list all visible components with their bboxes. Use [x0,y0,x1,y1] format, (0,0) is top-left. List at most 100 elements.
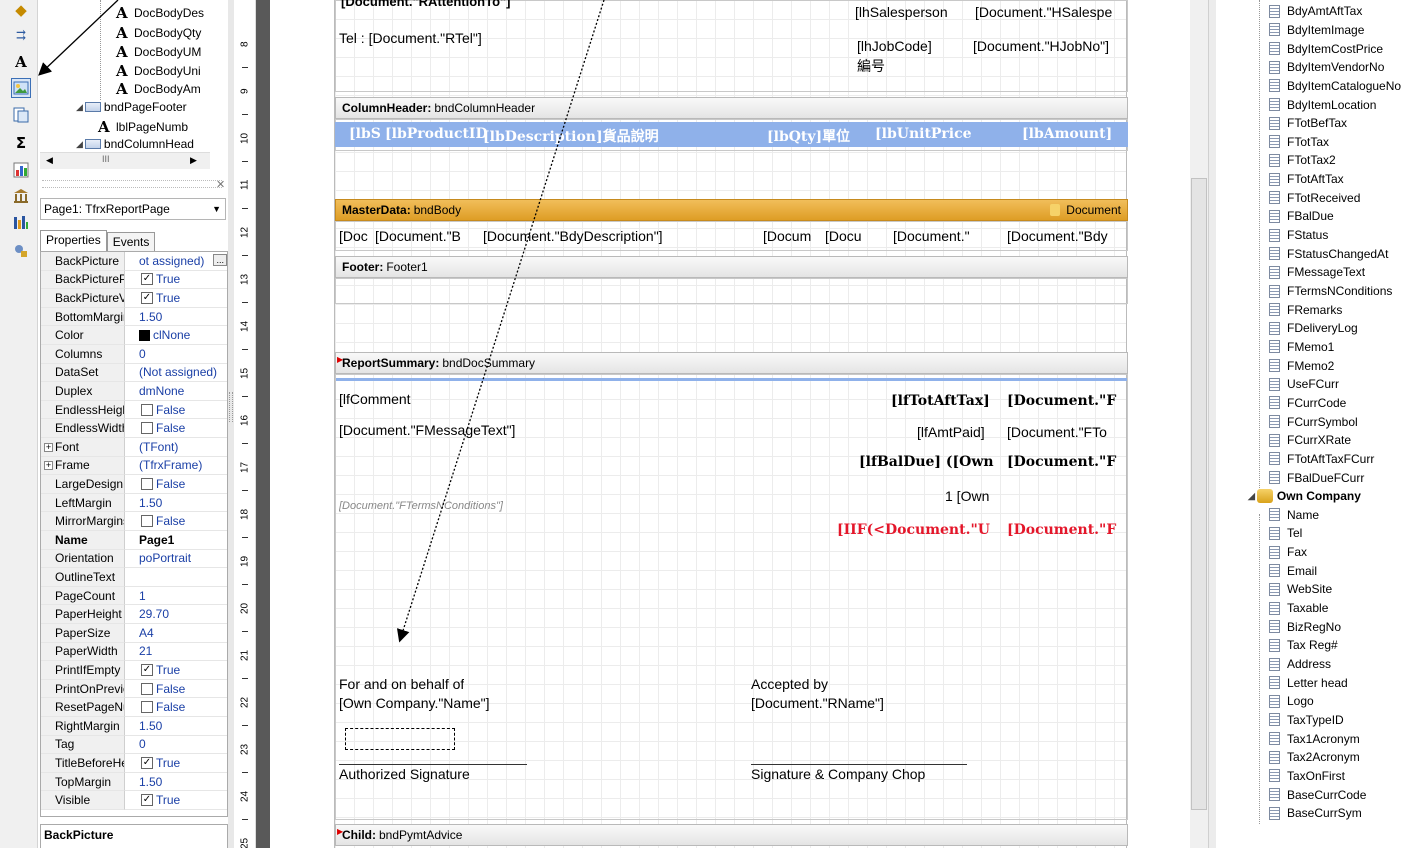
data-field-item[interactable]: FTotTax2 [1269,151,1336,170]
text-object-icon[interactable]: A [11,52,31,72]
property-row[interactable]: TopMargin 1.50 [41,772,227,792]
behalf-label[interactable]: For and on behalf of [339,676,464,692]
data-field-item[interactable]: FCurrSymbol [1269,412,1358,431]
property-row[interactable]: PageCount 1 [41,586,227,606]
property-row[interactable]: TitleBeforeHea✓True [41,754,227,773]
checkbox[interactable] [141,515,153,528]
data-field-item[interactable]: FBalDue [1269,207,1334,226]
text-tool-icon[interactable]: ◆ [11,0,31,20]
data-field-item[interactable]: Letter head [1269,673,1348,692]
data-field-item[interactable]: UseFCurr [1269,375,1339,394]
data-field-item[interactable]: BaseCurrCode [1269,785,1366,804]
signature-image-placeholder[interactable] [345,728,455,750]
status-value-field[interactable]: [Document."F [1007,522,1125,538]
property-row[interactable]: LargeDesignHe False [41,475,227,494]
column-header-cell[interactable]: [lbProductID [385,126,488,142]
data-field-item[interactable]: Tax1Acronym [1269,729,1360,748]
property-row[interactable]: Color clNone [41,326,227,345]
tab-events[interactable]: Events [106,232,156,252]
property-row[interactable]: ResetPageNun False [41,698,227,717]
signature-chop-label[interactable]: Signature & Company Chop [751,766,925,782]
scroll-thumb[interactable] [1191,178,1207,810]
data-field-item[interactable]: BdyAmtAftTax [1269,2,1362,21]
property-value[interactable]: poPortrait [125,550,227,569]
data-field-item[interactable]: FTotBefTax [1269,114,1347,133]
data-field-item[interactable]: FTermsNConditions [1269,282,1392,301]
company-name-field[interactable]: [Own Company."Name"] [339,695,490,711]
panel-splitter[interactable] [42,180,222,188]
property-row[interactable]: Visible ✓ True [41,791,227,810]
property-value[interactable]: 0 [125,345,227,364]
authorized-signature-label[interactable]: Authorized Signature [339,766,470,782]
property-value[interactable]: ✓ True [125,754,227,773]
scroll-thumb-grip[interactable]: III [102,154,110,164]
property-row[interactable]: EndlessHeight False [41,400,227,420]
amount-paid-field[interactable]: [Document."FTo [1007,424,1125,440]
salesperson-field[interactable]: [Document."HSalespe [975,4,1127,20]
property-row[interactable]: DataSet (Not assigned) [41,363,227,383]
data-field-item[interactable]: Taxable [1269,599,1328,618]
tree-horizontal-scrollbar[interactable]: ◀ III ▶ [40,152,210,169]
property-row[interactable]: Orientation poPortrait [41,549,227,569]
currency-rate-field[interactable]: 1 [Own [945,488,989,504]
data-field-item[interactable]: Address [1269,655,1331,674]
barcode-icon[interactable] [11,213,31,233]
salesperson-label[interactable]: [lhSalesperson [855,4,948,20]
property-row[interactable]: PaperWidth 21 [41,642,227,662]
balance-due-field[interactable]: [Document."F [1007,454,1125,470]
checkbox[interactable] [141,477,153,490]
column-header-band-title[interactable]: ColumnHeader: bndColumnHeader [335,97,1128,119]
data-field-item[interactable]: FStatus [1269,226,1328,245]
checkbox[interactable] [141,701,153,714]
data-field-item[interactable]: TaxOnFirst [1269,767,1345,786]
terms-field[interactable]: [Document."FTermsNConditions"] [339,500,503,512]
comment-label[interactable]: [lfComment [339,391,411,407]
body-field[interactable]: [Document." [893,228,970,244]
checkbox[interactable] [141,422,153,435]
chart-object-icon[interactable] [11,160,31,180]
property-value[interactable]: False [125,698,227,717]
property-row[interactable]: PaperHeight 29.70 [41,605,227,624]
data-field-item[interactable]: Name [1269,506,1319,525]
property-row[interactable]: RightMargin 1.50 [41,717,227,736]
column-header-cell[interactable]: [lbQty]單位 [767,126,850,146]
property-value[interactable]: False [125,512,227,531]
body-field[interactable]: [Doc [339,228,368,244]
property-value[interactable] [125,568,227,587]
property-value[interactable]: (Not assigned) [125,364,227,383]
data-field-item[interactable]: BizRegNo [1269,617,1341,636]
attention-field[interactable]: [Document."RAttentionTo"] [341,0,511,10]
checkbox[interactable]: ✓ [141,291,153,304]
property-value[interactable]: ✓ True [125,289,227,308]
tree-item[interactable]: A DocBodyUM [116,43,201,61]
tree-item[interactable]: A DocBodyDes [116,4,204,22]
property-value[interactable]: ✓ True [125,661,227,680]
tree-item[interactable]: ◢ bndColumnHead [76,137,194,151]
ellipsis-button[interactable]: ... [213,254,227,266]
property-value[interactable]: 1 [125,587,227,606]
data-field-item[interactable]: FMessageText [1269,263,1365,282]
property-row[interactable]: PrintOnPreviou False [41,679,227,699]
property-row[interactable]: + Frame (TfrxFrame) [41,456,227,476]
property-value[interactable]: clNone [125,326,227,345]
property-value[interactable]: False [125,680,227,699]
checkbox[interactable]: ✓ [141,273,153,286]
property-row[interactable]: BottomMargin 1.50 [41,307,227,327]
report-summary-band-title[interactable]: ▶ ReportSummary: bndDocSummary [335,352,1128,374]
data-field-item[interactable]: FTotReceived [1269,189,1360,208]
checkbox[interactable]: ✓ [141,794,153,807]
balance-due-label[interactable]: [lfBalDue] ([Own [859,454,999,470]
body-field[interactable]: [Docu [825,228,862,244]
scroll-left-icon[interactable]: ◀ [46,155,53,166]
property-row[interactable]: + Font (TFont) [41,438,227,457]
report-page[interactable]: [Document."RAttentionTo"] [lhSalesperson… [334,0,1128,848]
property-row[interactable]: OutlineText [41,568,227,587]
dataset-item[interactable]: ◢ Own Company [1248,487,1361,506]
column-header-cell[interactable]: [lbDescription]貨品說明 [483,126,659,146]
body-field[interactable]: [Document."BdyDescription"] [483,228,663,244]
property-value[interactable]: False [125,419,227,438]
data-field-item[interactable]: WebSite [1269,580,1332,599]
data-field-item[interactable]: BdyItemImage [1269,21,1364,40]
tree-item[interactable]: ◢ bndPageFooter [76,100,187,114]
total-after-tax-label[interactable]: [lfTotAftTax] [891,393,990,409]
